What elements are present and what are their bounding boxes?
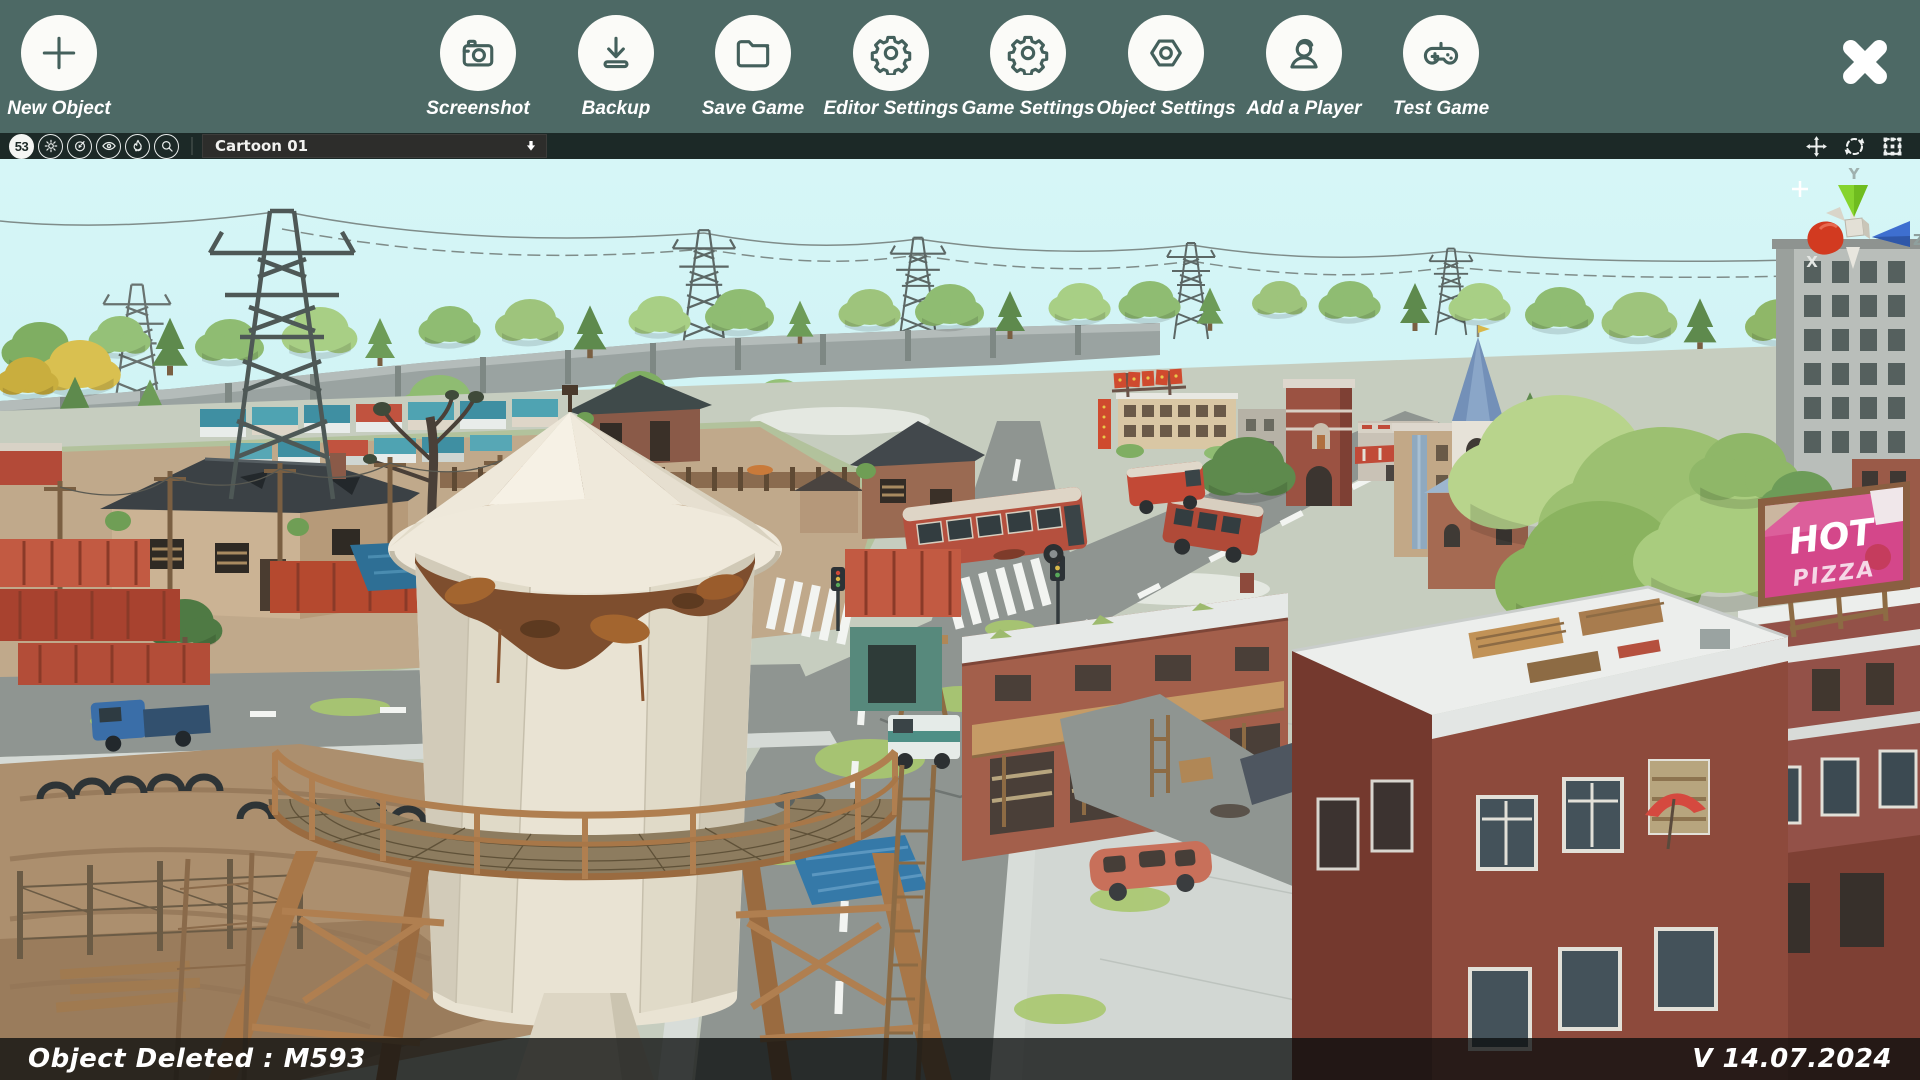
toolbar-label: Test Game [1393,98,1489,120]
toolbar-label: Editor Settings [823,98,958,120]
new-object-button[interactable]: New Object [0,15,129,120]
person-icon [1266,15,1342,91]
test-game-button[interactable]: Test Game [1371,15,1511,120]
close-button[interactable] [1834,31,1896,93]
transform-tools [1804,134,1905,159]
screenshot-button[interactable]: Screenshot [408,15,548,120]
toolbar-label: Screenshot [426,98,529,120]
version-label: V 14.07.2024 [1692,1044,1892,1074]
gear-icon [853,15,929,91]
status-bar: Object Deleted : M593 V 14.07.2024 [0,1038,1920,1080]
toolbar-separator [191,137,193,155]
search-icon[interactable] [154,134,179,159]
close-icon [1834,31,1896,93]
gizmo-x-label: X [1806,253,1818,271]
rotate-tool-icon[interactable] [1842,134,1867,159]
download-icon [578,15,654,91]
view-options-bar: 53 Cartoon 01 [0,133,1920,159]
style-dropdown-value: Cartoon 01 [215,137,524,155]
play-speed-icon[interactable] [67,134,92,159]
toolbar-label: Object Settings [1096,98,1235,120]
object-count: 53 [15,139,28,154]
add-player-button[interactable]: Add a Player [1234,15,1374,120]
toolbar-label: Game Settings [961,98,1094,120]
folder-icon [715,15,791,91]
flame-effects-icon[interactable] [125,134,150,159]
toolbar-label: Add a Player [1246,98,1361,120]
toolbar-label: New Object [7,98,110,120]
scene-viewport[interactable]: HOT PIZZA [0,159,1920,1080]
object-settings-button[interactable]: Object Settings [1096,15,1236,120]
style-dropdown[interactable]: Cartoon 01 [202,134,547,158]
move-tool-icon[interactable] [1804,134,1829,159]
plus-icon [21,15,97,91]
gizmo-z-label: Z [1913,231,1920,249]
game-settings-button[interactable]: Game Settings [958,15,1098,120]
water-tower-tank [415,553,755,1027]
scene-canvas: HOT PIZZA [0,159,1920,1080]
dropdown-arrow-icon [524,138,538,154]
main-toolbar: New Object Screenshot Backup Save Game E… [0,0,1920,133]
status-message: Object Deleted : M593 [28,1044,366,1074]
nut-icon [1128,15,1204,91]
game-editor-window: New Object Screenshot Backup Save Game E… [0,0,1920,1080]
toolbar-label: Backup [582,98,651,120]
gamepad-icon [1403,15,1479,91]
light-sun-icon[interactable] [38,134,63,159]
save-game-button[interactable]: Save Game [683,15,823,120]
scale-bounds-tool-icon[interactable] [1880,134,1905,159]
gear-icon [990,15,1066,91]
corner-building[interactable] [1292,587,1788,1080]
toolbar-label: Save Game [702,98,804,120]
visibility-eye-icon[interactable] [96,134,121,159]
gizmo-y-label: Y [1848,165,1861,183]
brick-tower[interactable] [1283,379,1355,506]
editor-settings-button[interactable]: Editor Settings [821,15,961,120]
object-count-badge[interactable]: 53 [9,134,34,159]
camera-icon [440,15,516,91]
backup-button[interactable]: Backup [546,15,686,120]
